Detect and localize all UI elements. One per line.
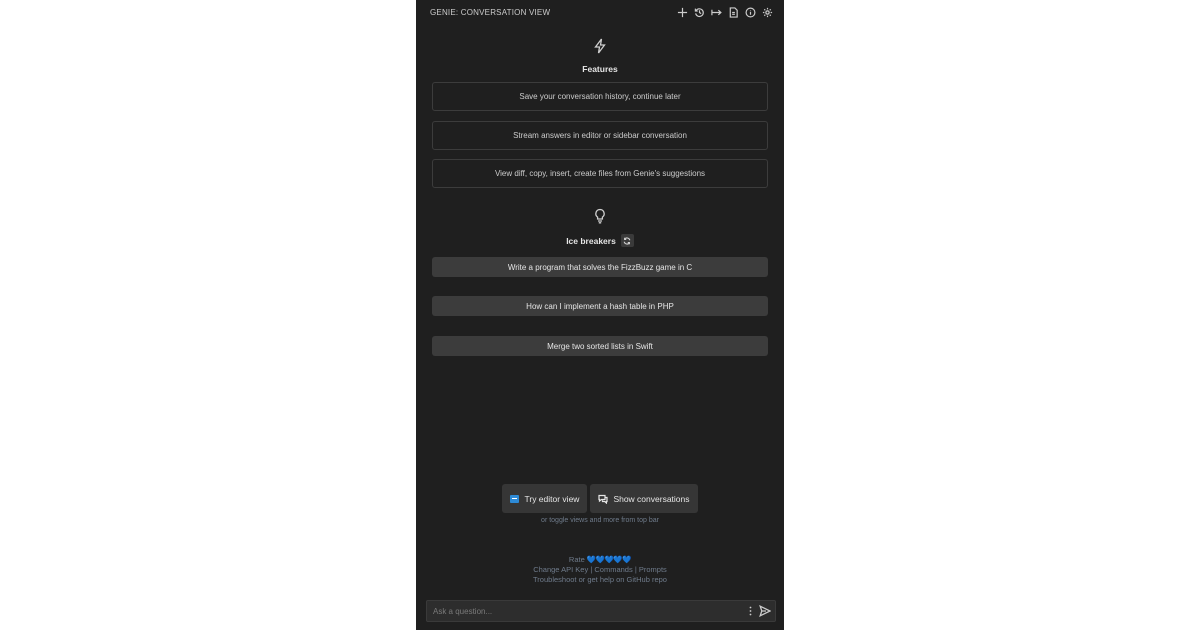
history-icon[interactable] — [693, 6, 706, 19]
send-icon[interactable] — [755, 605, 775, 617]
lightning-icon — [416, 38, 784, 54]
arrow-right-icon[interactable] — [710, 6, 723, 19]
icebreakers-header: Ice breakers — [416, 234, 784, 247]
lightbulb-icon — [416, 208, 784, 224]
genie-panel: GENIE: CONVERSATION VIEW Features Save y… — [416, 0, 784, 630]
feature-card: Stream answers in editor or sidebar conv… — [432, 121, 768, 150]
more-options-icon[interactable] — [745, 606, 755, 616]
toggle-views-hint: or toggle views and more from top bar — [541, 517, 659, 524]
try-editor-view-label: Try editor view — [524, 493, 580, 504]
help-link[interactable]: Troubleshoot or get help on GitHub repo — [533, 575, 667, 584]
feature-card: Save your conversation history, continue… — [432, 82, 768, 111]
change-api-key-link[interactable]: Change API Key — [533, 565, 588, 574]
header-actions — [676, 6, 774, 19]
footer-separator: | — [634, 565, 637, 574]
chat-icon — [598, 494, 609, 504]
gear-icon[interactable] — [761, 6, 774, 19]
footer-separator: | — [590, 565, 593, 574]
icebreaker-button[interactable]: How can I implement a hash table in PHP — [432, 296, 768, 316]
feature-card: View diff, copy, insert, create files fr… — [432, 159, 768, 188]
rate-label: Rate — [568, 555, 585, 564]
panel-header: GENIE: CONVERSATION VIEW — [416, 0, 784, 24]
question-input[interactable] — [427, 605, 745, 617]
show-conversations-button[interactable]: Show conversations — [590, 484, 698, 513]
icebreaker-button[interactable]: Merge two sorted lists in Swift — [432, 336, 768, 356]
refresh-icon[interactable] — [620, 234, 634, 247]
icebreaker-button[interactable]: Write a program that solves the FizzBuzz… — [432, 257, 768, 277]
rate-hearts[interactable]: 💙💙💙💙💙 — [587, 555, 632, 564]
commands-link[interactable]: Commands — [594, 565, 632, 574]
panel-title: GENIE: CONVERSATION VIEW — [430, 7, 551, 17]
footer: Rate 💙💙💙💙💙 Change API Key | Commands | P… — [416, 555, 784, 585]
document-icon[interactable] — [727, 6, 740, 19]
prompts-link[interactable]: Prompts — [639, 565, 667, 574]
rate-row: Rate 💙💙💙💙💙 — [416, 555, 784, 565]
footer-links: Change API Key | Commands | Prompts — [416, 565, 784, 575]
icebreakers-title: Ice breakers — [566, 235, 616, 246]
plus-icon[interactable] — [676, 6, 689, 19]
show-conversations-label: Show conversations — [613, 493, 690, 504]
try-editor-view-button[interactable]: Try editor view — [502, 484, 588, 513]
features-title: Features — [582, 64, 618, 74]
view-buttons: Try editor view Show conversations — [416, 484, 784, 513]
question-input-bar — [426, 600, 776, 622]
editor-icon — [510, 494, 520, 503]
info-icon[interactable] — [744, 6, 757, 19]
